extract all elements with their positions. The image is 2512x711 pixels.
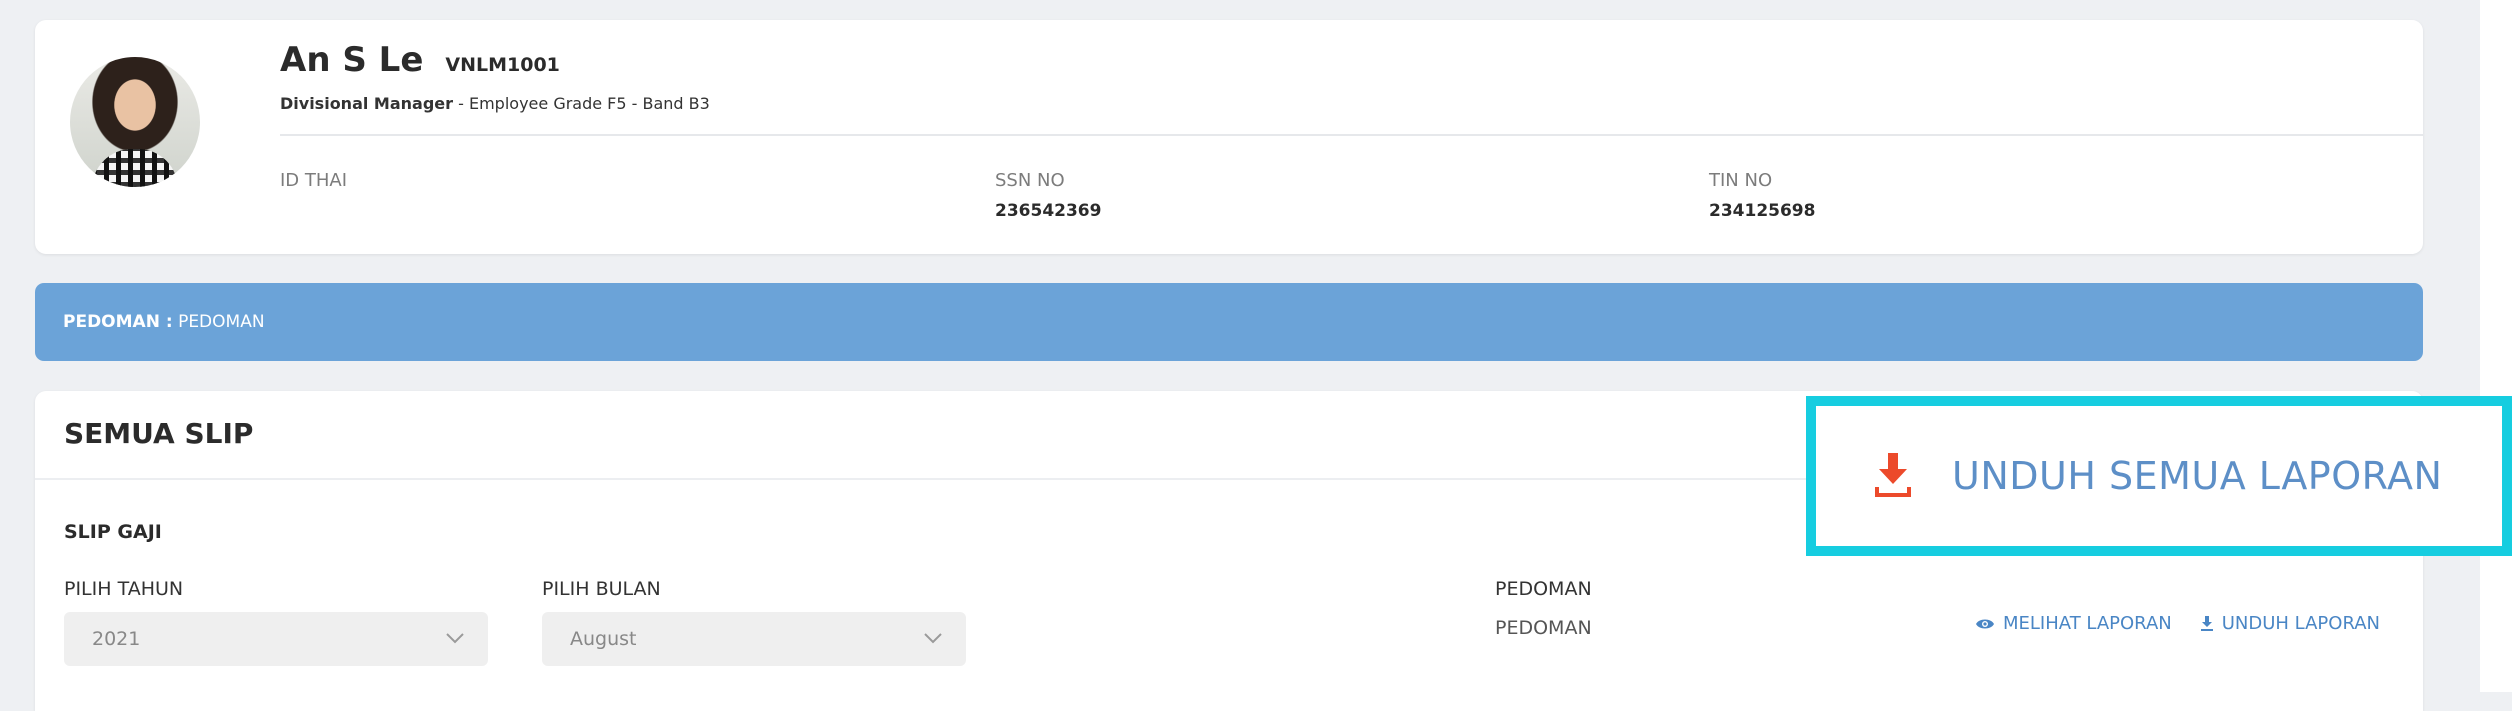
field-tin-no: TIN NO 234125698 — [1709, 170, 1815, 221]
view-report-link[interactable]: MELIHAT LAPORAN — [1975, 613, 2172, 634]
employee-code: VNLM1001 — [445, 54, 560, 76]
field-ssn-no: SSN NO 236542369 — [995, 170, 1101, 221]
field-label: TIN NO — [1709, 170, 1773, 191]
chevron-down-icon — [924, 633, 942, 644]
download-report-link[interactable]: UNDUH LAPORAN — [2200, 613, 2380, 634]
employee-position: Divisional Manager — [280, 94, 454, 113]
field-value: 234125698 — [1709, 201, 1816, 221]
scrollbar-track[interactable] — [2480, 0, 2512, 692]
download-report-label: UNDUH LAPORAN — [2221, 613, 2381, 634]
field-label: SSN NO — [995, 170, 1065, 191]
download-all-reports-button[interactable]: UNDUH SEMUA LAPORAN — [1806, 396, 2512, 556]
employee-grade-band: - Employee Grade F5 - Band B3 — [458, 94, 710, 113]
month-label: PILIH BULAN — [542, 578, 661, 600]
download-icon — [2200, 615, 2213, 631]
download-all-label: UNDUH SEMUA LAPORAN — [1952, 454, 2443, 498]
salary-slip-heading: SLIP GAJI — [64, 521, 162, 543]
month-select-value: August — [570, 628, 637, 650]
field-label: ID THAI — [280, 170, 348, 191]
report-actions: MELIHAT LAPORAN UNDUH LAPORAN — [1975, 613, 2380, 634]
eye-icon — [1976, 619, 1994, 628]
month-select[interactable]: August — [542, 612, 966, 666]
year-select[interactable]: 2021 — [64, 612, 488, 666]
year-label: PILIH TAHUN — [64, 578, 184, 600]
employee-profile-card: An S Le VNLM1001 Divisional Manager - Em… — [35, 20, 2423, 254]
avatar — [70, 57, 200, 187]
guide-banner: PEDOMAN : PEDOMAN — [35, 283, 2423, 361]
section-title: SEMUA SLIP — [64, 417, 254, 450]
guide-value: PEDOMAN — [1495, 617, 1592, 639]
guide-label: PEDOMAN — [1495, 578, 1592, 600]
field-value: 236542369 — [995, 201, 1102, 221]
employee-name: An S Le — [280, 40, 424, 80]
employee-name-row: An S Le VNLM1001 — [280, 40, 560, 84]
chevron-down-icon — [446, 633, 464, 644]
banner-value: PEDOMAN — [178, 312, 265, 332]
employee-role: Divisional Manager - Employee Grade F5 -… — [280, 94, 710, 113]
view-report-label: MELIHAT LAPORAN — [2003, 613, 2172, 634]
field-id-thai: ID THAI — [280, 170, 347, 201]
banner-key: PEDOMAN : — [63, 312, 173, 332]
year-select-value: 2021 — [92, 628, 141, 650]
divider — [280, 134, 2423, 136]
download-icon — [1875, 453, 1911, 497]
